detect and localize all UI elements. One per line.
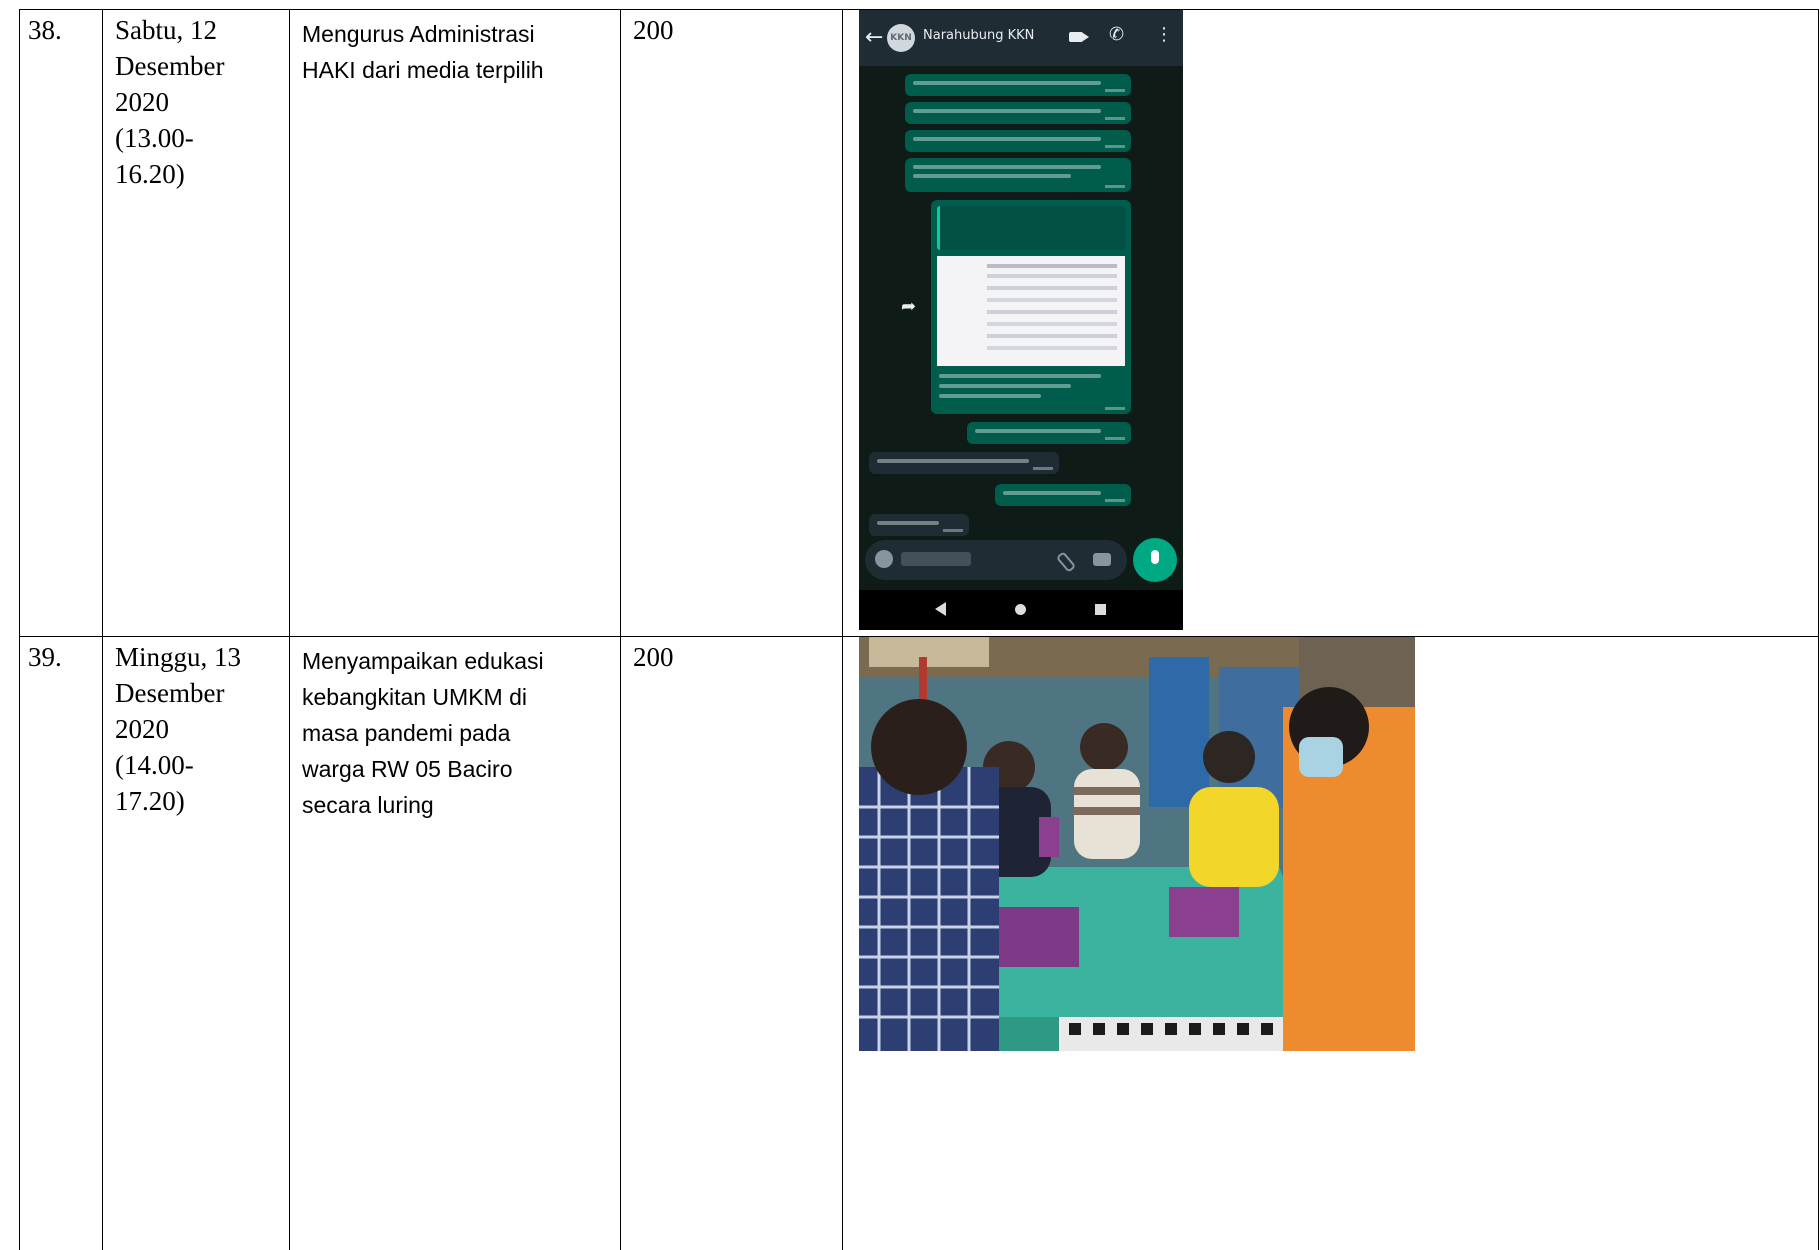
mic-icon bbox=[1151, 550, 1159, 564]
contact-name: Narahubung KKN bbox=[923, 28, 1034, 43]
chat-bubble-with-image bbox=[931, 200, 1131, 414]
minutes-value: 200 bbox=[633, 15, 674, 45]
activity-log-table-wrap: 38. Sabtu, 12 Desember 2020 (13.00- 16.2… bbox=[19, 9, 1818, 1236]
chat-bubble bbox=[995, 484, 1131, 506]
message-placeholder bbox=[901, 552, 971, 566]
activity-line: Menyampaikan edukasi bbox=[302, 643, 610, 679]
activity-line: Mengurus Administrasi bbox=[302, 16, 610, 52]
date-cell: Minggu, 13 Desember 2020 (14.00- 17.20) bbox=[103, 637, 290, 1250]
chat-header: ← KKN Narahubung KKN ✆ ⋮ bbox=[859, 10, 1183, 66]
camera-icon bbox=[1093, 553, 1111, 566]
share-icon: ➦ bbox=[901, 296, 916, 317]
chat-screenshot: ← KKN Narahubung KKN ✆ ⋮ bbox=[859, 10, 1183, 630]
chat-bubble-incoming bbox=[869, 452, 1059, 474]
android-nav-bar bbox=[859, 590, 1183, 630]
table-row: 39. Minggu, 13 Desember 2020 (14.00- 17.… bbox=[20, 637, 1819, 1250]
activity-photo bbox=[859, 637, 1415, 1051]
menu-icon: ⋮ bbox=[1155, 24, 1173, 45]
activity-line: masa pandemi pada bbox=[302, 715, 610, 751]
row-number: 38. bbox=[28, 15, 62, 45]
video-call-icon bbox=[1069, 32, 1083, 42]
minutes-cell: 200 bbox=[621, 637, 843, 1250]
chat-bubble bbox=[905, 74, 1131, 96]
minutes-cell: 200 bbox=[621, 10, 843, 637]
activity-line: secara luring bbox=[302, 787, 610, 823]
activity-line: HAKI dari media terpilih bbox=[302, 52, 610, 88]
date-line: (13.00- bbox=[115, 120, 289, 156]
date-line: Desember bbox=[115, 48, 289, 84]
chat-bubble bbox=[905, 130, 1131, 152]
quoted-message bbox=[937, 206, 1125, 250]
date-line: Desember bbox=[115, 675, 289, 711]
document-image bbox=[937, 256, 1125, 366]
date-line: 16.20) bbox=[115, 156, 289, 192]
nav-back-icon bbox=[935, 602, 946, 616]
proof-cell bbox=[843, 637, 1819, 1250]
date-line: (14.00- bbox=[115, 747, 289, 783]
contact-avatar: KKN bbox=[887, 24, 915, 52]
message-input-bar bbox=[865, 540, 1127, 580]
activity-log-table: 38. Sabtu, 12 Desember 2020 (13.00- 16.2… bbox=[19, 9, 1819, 1250]
emoji-icon bbox=[875, 550, 893, 568]
date-line: Sabtu, 12 bbox=[115, 12, 289, 48]
row-number-cell: 38. bbox=[20, 10, 103, 637]
mic-button bbox=[1133, 538, 1177, 582]
table-row: 38. Sabtu, 12 Desember 2020 (13.00- 16.2… bbox=[20, 10, 1819, 637]
chat-bubble bbox=[905, 102, 1131, 124]
nav-recent-icon bbox=[1095, 604, 1106, 615]
chat-bubble bbox=[905, 158, 1131, 192]
back-arrow-icon: ← bbox=[865, 25, 883, 50]
activity-line: kebangkitan UMKM di bbox=[302, 679, 610, 715]
phone-call-icon: ✆ bbox=[1109, 24, 1124, 45]
proof-cell: ← KKN Narahubung KKN ✆ ⋮ bbox=[843, 10, 1819, 637]
date-line: 2020 bbox=[115, 711, 289, 747]
row-number: 39. bbox=[28, 642, 62, 672]
row-number-cell: 39. bbox=[20, 637, 103, 1250]
date-cell: Sabtu, 12 Desember 2020 (13.00- 16.20) bbox=[103, 10, 290, 637]
activity-line: warga RW 05 Baciro bbox=[302, 751, 610, 787]
date-line: 2020 bbox=[115, 84, 289, 120]
attach-icon bbox=[1056, 551, 1077, 573]
chat-bubble-incoming bbox=[869, 514, 969, 536]
minutes-value: 200 bbox=[633, 642, 674, 672]
activity-cell: Mengurus Administrasi HAKI dari media te… bbox=[290, 10, 621, 637]
date-line: 17.20) bbox=[115, 783, 289, 819]
activity-cell: Menyampaikan edukasi kebangkitan UMKM di… bbox=[290, 637, 621, 1250]
nav-home-icon bbox=[1015, 604, 1026, 615]
chat-bubble bbox=[967, 422, 1131, 444]
date-line: Minggu, 13 bbox=[115, 639, 289, 675]
